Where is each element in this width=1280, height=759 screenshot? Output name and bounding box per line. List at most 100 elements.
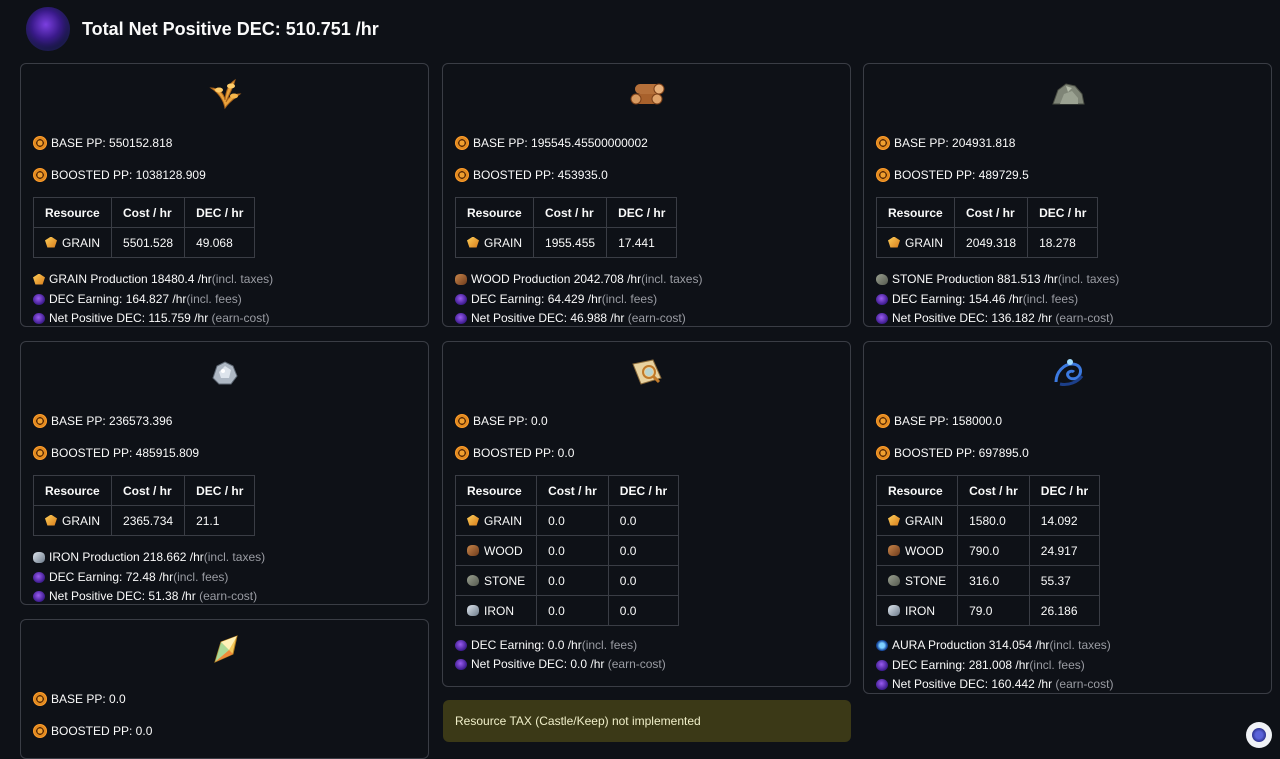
boosted-pp-line: BOOSTED PP: 697895.0 xyxy=(876,446,1029,460)
net-line: Net Positive DEC: 46.988 /hr (earn-cost) xyxy=(455,311,686,325)
app-menu-button[interactable] xyxy=(1246,722,1272,748)
net-line: Net Positive DEC: 115.759 /hr (earn-cost… xyxy=(33,311,270,325)
table-row: STONE 0.0 0.0 xyxy=(454,565,680,596)
col-dec: DEC / hr xyxy=(606,197,678,228)
dec-icon xyxy=(33,312,45,324)
sps-crystal-icon xyxy=(213,635,238,663)
dec-icon xyxy=(876,659,888,671)
grain-icon xyxy=(888,514,900,526)
net-line: Net Positive DEC: 136.182 /hr (earn-cost… xyxy=(876,311,1113,325)
col-cost: Cost / hr xyxy=(111,475,186,506)
col-resource: Resource xyxy=(454,197,535,228)
production-line: AURA Production 314.054 /hr (incl. taxes… xyxy=(876,638,1111,652)
dec-icon xyxy=(455,293,467,305)
cost-table: Resource Cost / hr DEC / hr GRAIN 2049.3… xyxy=(875,197,1099,258)
col-resource: Resource xyxy=(32,197,113,228)
pp-gear-icon xyxy=(876,414,890,428)
col-dec: DEC / hr xyxy=(607,475,680,506)
wood-icon xyxy=(455,273,467,285)
table-row: WOOD 0.0 0.0 xyxy=(454,535,680,566)
table-row: IRON 0.0 0.0 xyxy=(454,595,680,626)
dec-icon xyxy=(876,678,888,690)
col-cost: Cost / hr xyxy=(111,197,186,228)
pp-gear-icon xyxy=(33,692,47,706)
earning-line: DEC Earning: 64.429 /hr (incl. fees) xyxy=(455,292,657,306)
pp-gear-icon xyxy=(455,446,469,460)
iron-icon xyxy=(467,604,479,616)
earning-line: DEC Earning: 72.48 /hr (incl. fees) xyxy=(33,570,228,584)
grain-icon xyxy=(467,236,479,248)
pp-gear-icon xyxy=(33,414,47,428)
col-cost: Cost / hr xyxy=(536,475,609,506)
table-row: GRAIN 5501.528 49.068 xyxy=(32,227,256,258)
base-pp-line: BASE PP: 236573.396 xyxy=(33,414,172,428)
col-dec: DEC / hr xyxy=(184,197,256,228)
cost-table: Resource Cost / hr DEC / hr GRAIN 1580.0… xyxy=(875,475,1101,626)
base-pp-line: BASE PP: 550152.818 xyxy=(33,136,172,150)
col-dec: DEC / hr xyxy=(1027,197,1099,228)
earning-line: DEC Earning: 164.827 /hr (incl. fees) xyxy=(33,292,242,306)
pp-gear-icon xyxy=(33,168,47,182)
iron-icon xyxy=(211,361,238,385)
page-title: Total Net Positive DEC: 510.751 /hr xyxy=(82,18,379,39)
production-line: WOOD Production 2042.708 /hr (incl. taxe… xyxy=(455,272,702,286)
base-pp-line: BASE PP: 158000.0 xyxy=(876,414,1002,428)
grain-icon xyxy=(33,273,45,285)
grain-icon xyxy=(45,514,57,526)
stone-icon xyxy=(1051,83,1085,105)
card-aura: BASE PP: 158000.0 BOOSTED PP: 697895.0 R… xyxy=(863,341,1272,694)
card-sps: BASE PP: 0.0 BOOSTED PP: 0.0 xyxy=(20,619,429,759)
card-wood: BASE PP: 195545.45500000002 BOOSTED PP: … xyxy=(442,63,851,327)
stone-icon xyxy=(888,574,900,586)
aura-icon xyxy=(1054,359,1083,386)
col-resource: Resource xyxy=(875,197,956,228)
table-row: WOOD 790.0 24.917 xyxy=(875,535,1101,566)
aura-icon xyxy=(876,639,888,651)
net-line: Net Positive DEC: 51.38 /hr (earn-cost) xyxy=(33,589,257,603)
production-line: IRON Production 218.662 /hr (incl. taxes… xyxy=(33,550,265,564)
dec-icon xyxy=(33,571,45,583)
grain-icon xyxy=(208,78,241,110)
production-line: STONE Production 881.513 /hr (incl. taxe… xyxy=(876,272,1119,286)
boosted-pp-line: BOOSTED PP: 453935.0 xyxy=(455,168,608,182)
dec-icon xyxy=(455,312,467,324)
base-pp-line: BASE PP: 0.0 xyxy=(455,414,548,428)
dec-icon xyxy=(33,293,45,305)
pp-gear-icon xyxy=(876,168,890,182)
production-line: GRAIN Production 18480.4 /hr (incl. taxe… xyxy=(33,272,273,286)
app-logo-icon xyxy=(1252,728,1266,742)
col-dec: DEC / hr xyxy=(1028,475,1101,506)
grain-icon xyxy=(45,236,57,248)
wood-icon xyxy=(467,544,479,556)
dec-icon xyxy=(455,639,467,651)
dec-orb-icon xyxy=(26,7,70,51)
table-row: STONE 316.0 55.37 xyxy=(875,565,1101,596)
table-row: GRAIN 1580.0 14.092 xyxy=(875,505,1101,536)
pp-gear-icon xyxy=(455,136,469,150)
base-pp-line: BASE PP: 195545.45500000002 xyxy=(455,136,648,150)
table-row: IRON 79.0 26.186 xyxy=(875,595,1101,626)
page-header: Total Net Positive DEC: 510.751 /hr xyxy=(26,6,379,52)
col-resource: Resource xyxy=(32,475,113,506)
cost-table: Resource Cost / hr DEC / hr GRAIN 5501.5… xyxy=(32,197,256,258)
warning-banner: Resource TAX (Castle/Keep) not implement… xyxy=(443,700,851,742)
earning-line: DEC Earning: 0.0 /hr (incl. fees) xyxy=(455,638,637,652)
dec-icon xyxy=(33,590,45,602)
iron-icon xyxy=(33,551,45,563)
col-cost: Cost / hr xyxy=(957,475,1030,506)
base-pp-line: BASE PP: 0.0 xyxy=(33,692,126,706)
net-line: Net Positive DEC: 160.442 /hr (earn-cost… xyxy=(876,677,1113,691)
net-line: Net Positive DEC: 0.0 /hr (earn-cost) xyxy=(455,657,666,671)
wood-icon xyxy=(888,544,900,556)
pp-gear-icon xyxy=(876,136,890,150)
col-cost: Cost / hr xyxy=(954,197,1029,228)
table-row: GRAIN 0.0 0.0 xyxy=(454,505,680,536)
dec-icon xyxy=(455,658,467,670)
pp-gear-icon xyxy=(33,136,47,150)
boosted-pp-line: BOOSTED PP: 0.0 xyxy=(455,446,574,460)
table-row: GRAIN 2365.734 21.1 xyxy=(32,505,256,536)
stone-icon xyxy=(876,273,888,285)
card-grain: BASE PP: 550152.818 BOOSTED PP: 1038128.… xyxy=(20,63,429,327)
stone-icon xyxy=(467,574,479,586)
card-stone: BASE PP: 204931.818 BOOSTED PP: 489729.5… xyxy=(863,63,1272,327)
